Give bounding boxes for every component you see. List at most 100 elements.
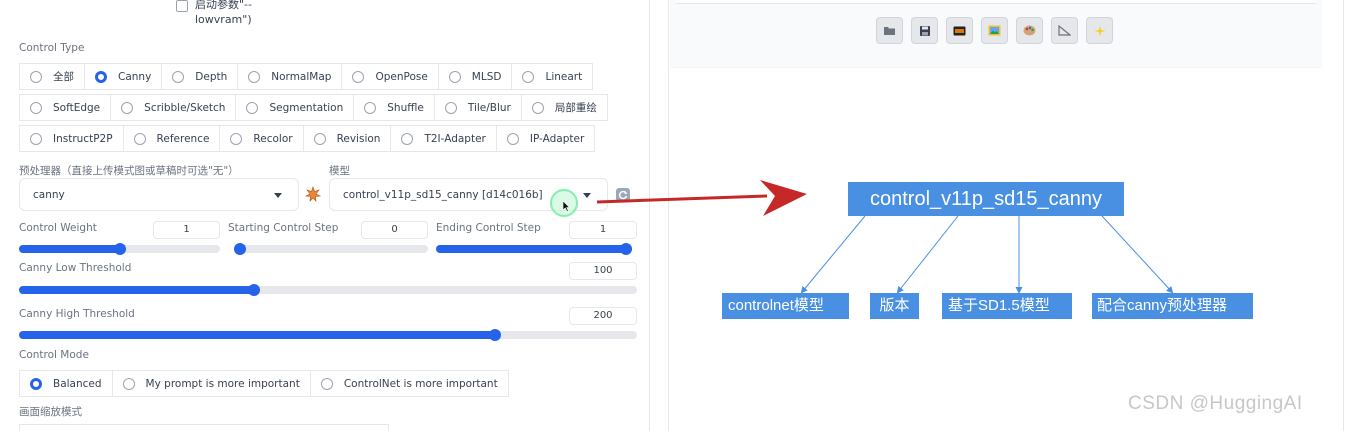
slider-thumb[interactable] (488, 329, 501, 341)
radio-circle[interactable] (172, 70, 185, 83)
image-area-bottom (676, 0, 1316, 4)
radio-label: Depth (195, 70, 228, 83)
image-icon[interactable] (981, 17, 1008, 44)
cursor-icon (562, 200, 571, 215)
control-type-openpose[interactable]: OpenPose (341, 63, 439, 90)
radio-circle[interactable] (30, 70, 42, 83)
annotation-part-base: 基于SD1.5模型 (942, 293, 1072, 319)
slider-thumb[interactable] (113, 243, 126, 255)
radio-circle[interactable] (30, 132, 42, 145)
radio-label: Lineart (545, 70, 583, 83)
control-type-t2i-adapter[interactable]: T2I-Adapter (390, 125, 497, 152)
explosion-icon[interactable] (304, 186, 322, 202)
radio-circle[interactable] (121, 101, 134, 114)
radio-label: T2I-Adapter (424, 132, 486, 145)
control-type-segmentation[interactable]: Segmentation (235, 94, 355, 121)
control-type-ip-adapter[interactable]: IP-Adapter (495, 125, 596, 152)
control-type-scribble-sketch[interactable]: Scribble/Sketch (110, 94, 237, 121)
radio-circle[interactable] (364, 101, 377, 114)
control-weight-input[interactable]: 1 (153, 221, 220, 239)
save-icon[interactable] (911, 17, 938, 44)
film-icon[interactable] (946, 17, 973, 44)
folder-icon[interactable] (876, 17, 903, 44)
radio-circle[interactable] (313, 132, 326, 145)
radio-label: 全部 (53, 71, 74, 83)
preprocessor-dropdown[interactable]: canny (19, 178, 299, 211)
control-type-row-1: 全部 Canny Depth NormalMap OpenPose MLSD Lineart (19, 63, 594, 90)
radio-label: MLSD (471, 70, 502, 83)
control-type-normalmap[interactable]: NormalMap (237, 63, 343, 90)
slider-thumb[interactable] (247, 284, 260, 296)
annotation-main-box: control_v11p_sd15_canny (848, 182, 1124, 216)
canny-low-slider[interactable] (19, 284, 637, 296)
radio-circle[interactable] (444, 101, 457, 114)
control-type-revision[interactable]: Revision (302, 125, 392, 152)
radio-label: InstructP2P (53, 132, 113, 145)
radio-circle[interactable] (246, 101, 259, 114)
canny-high-label: Canny High Threshold (19, 308, 135, 320)
radio-circle[interactable] (248, 70, 261, 83)
control-mode-controlnet-is-more-important[interactable]: ControlNet is more important (309, 370, 509, 397)
control-weight-slider[interactable] (19, 243, 220, 255)
control-type-depth[interactable]: Depth (161, 63, 239, 90)
control-type-label: Control Type (19, 42, 85, 54)
radio-circle[interactable] (133, 132, 146, 145)
control-type-shuffle[interactable]: Shuffle (353, 94, 435, 121)
radio-label: Tile/Blur (467, 101, 511, 114)
control-mode-my-prompt-is-more-important[interactable]: My prompt is more important (111, 370, 311, 397)
radio-circle[interactable] (30, 377, 42, 390)
ending-step-slider[interactable] (436, 243, 632, 255)
resize-mode-group (19, 424, 389, 431)
canny-high-input[interactable]: 200 (569, 307, 637, 325)
starting-step-slider[interactable] (234, 243, 428, 255)
radio-circle[interactable] (230, 132, 243, 145)
radio-label: My prompt is more important (145, 377, 300, 390)
control-type-recolor[interactable]: Recolor (219, 125, 304, 152)
starting-step-label: Starting Control Step (228, 222, 339, 234)
ruler-icon[interactable] (1051, 17, 1078, 44)
control-type-option[interactable]: 全部 (19, 63, 85, 90)
sparkle-icon[interactable] (1086, 17, 1113, 44)
control-mode-balanced[interactable]: Balanced (19, 370, 113, 397)
starting-step-input[interactable]: 0 (361, 221, 428, 239)
canny-low-input[interactable]: 100 (569, 262, 637, 280)
radio-circle[interactable] (506, 132, 519, 145)
annotation-connectors (800, 215, 1174, 294)
control-mode-label: Control Mode (19, 349, 89, 361)
control-type-reference[interactable]: Reference (122, 125, 221, 152)
control-type-instructp2p[interactable]: InstructP2P (19, 125, 124, 152)
palette-icon[interactable] (1016, 17, 1043, 44)
radio-circle[interactable] (352, 70, 365, 83)
radio-label: SoftEdge (53, 101, 101, 114)
radio-circle[interactable] (30, 101, 42, 114)
lowvram-label: 启动参数"--lowvram") (195, 0, 252, 26)
control-weight-label: Control Weight (19, 222, 97, 234)
annotation-part-model: controlnet模型 (722, 293, 849, 319)
radio-label: Segmentation (269, 101, 344, 114)
control-type-canny[interactable]: Canny (84, 63, 163, 90)
lowvram-checkbox[interactable] (176, 0, 188, 12)
ending-step-input[interactable]: 1 (569, 221, 637, 239)
slider-thumb[interactable] (620, 243, 632, 255)
control-type-softedge[interactable]: SoftEdge (19, 94, 112, 121)
annotation-part-preprocessor: 配合canny预处理器 (1092, 293, 1253, 319)
radio-circle[interactable] (122, 377, 135, 390)
slider-thumb[interactable] (234, 243, 246, 255)
control-type-lineart[interactable]: Lineart (511, 63, 594, 90)
radio-label: NormalMap (271, 70, 332, 83)
control-type-option[interactable]: 局部重绘 (520, 94, 608, 121)
radio-circle[interactable] (95, 70, 107, 83)
radio-circle[interactable] (522, 70, 535, 83)
radio-circle[interactable] (320, 377, 333, 390)
canny-high-slider[interactable] (19, 329, 637, 341)
control-type-mlsd[interactable]: MLSD (437, 63, 513, 90)
radio-circle[interactable] (531, 101, 544, 114)
lowvram-option[interactable]: 启动参数"--lowvram") (176, 0, 275, 27)
resize-mode-label: 画面缩放模式 (19, 406, 82, 418)
radio-label: OpenPose (375, 70, 428, 83)
radio-circle[interactable] (401, 132, 414, 145)
radio-circle[interactable] (448, 70, 461, 83)
control-type-tile-blur[interactable]: Tile/Blur (433, 94, 522, 121)
radio-label: Revision (336, 132, 381, 145)
preprocessor-label: 预处理器（直接上传模式图或草稿时可选"无"） (19, 165, 239, 177)
